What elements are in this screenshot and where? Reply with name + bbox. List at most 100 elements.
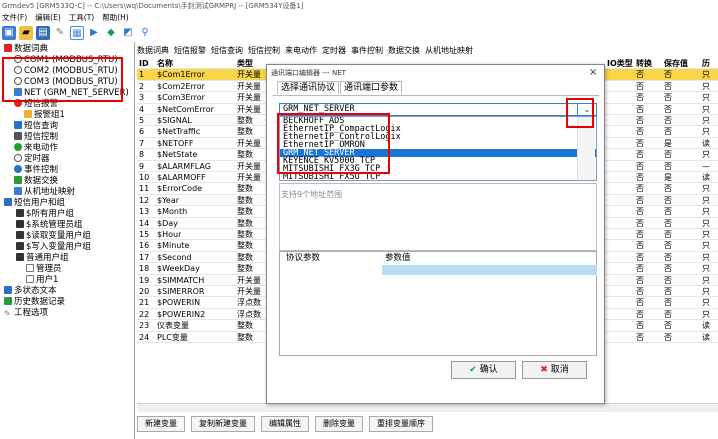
tab-timer[interactable]: 定时器 <box>322 46 346 55</box>
tree-item[interactable]: 来电动作 <box>14 143 58 153</box>
param-header: 协议参数 <box>286 252 321 265</box>
menu-tools[interactable]: 工具(T) <box>67 13 94 22</box>
cell-name: $ALARMFLAG <box>157 161 211 171</box>
tree-root[interactable]: 数据词典 <box>4 44 48 54</box>
tab-sms-alarm[interactable]: 短信报警 <box>174 46 206 55</box>
delete-variable-button[interactable]: 删除变量 <box>315 416 363 432</box>
cell-save: 否 <box>664 93 672 103</box>
download-arrow-icon[interactable]: ▶ <box>87 26 101 40</box>
open-folder-icon[interactable]: ▰ <box>19 25 33 40</box>
highlight-box <box>566 98 594 128</box>
tree-item[interactable]: 用户1 <box>26 275 58 285</box>
tree-item[interactable]: ✎ 工程选项 <box>4 308 48 318</box>
cell-convert: 否 <box>636 241 644 251</box>
tab-protocol[interactable]: 选择通讯协议 <box>277 81 340 94</box>
dialog-tabs: 选择通讯协议 通讯端口参数 <box>277 81 403 94</box>
cell-id: 13 <box>139 207 150 217</box>
history-icon <box>4 297 12 305</box>
tree-item[interactable]: 事件控制 <box>14 165 58 175</box>
cell-id: 18 <box>139 264 150 274</box>
col-save[interactable]: 保存值 <box>664 58 688 69</box>
confirm-button[interactable]: ✔ 确认 <box>451 361 516 379</box>
edit-properties-button[interactable]: 编辑属性 <box>261 416 309 432</box>
upload-arrow-icon[interactable]: ◆ <box>104 26 118 40</box>
cell-save: 否 <box>664 264 672 274</box>
tab-call-action[interactable]: 来电动作 <box>285 46 317 55</box>
tree-item[interactable]: 多状态文本 <box>4 286 57 296</box>
bottom-toolbar: 新建变量 复制新建变量 编辑属性 删除变量 重排变量顺序 <box>137 416 718 434</box>
col-id[interactable]: ID <box>139 58 149 69</box>
tree-item[interactable]: 普通用户组 <box>16 253 69 263</box>
tree-item[interactable]: 从机地址映射 <box>14 187 75 197</box>
cell-save: 否 <box>664 116 672 125</box>
monitor-icon[interactable]: ▦ <box>70 25 84 40</box>
tab-port-params[interactable]: 通讯端口参数 <box>340 81 403 94</box>
cell-save: 是 <box>664 173 672 182</box>
tree-item[interactable]: $系统管理员组 <box>16 220 82 230</box>
chart-icon[interactable]: ◩ <box>121 26 135 40</box>
cell-id: 5 <box>139 116 145 125</box>
col-type[interactable]: 类型 <box>237 58 253 69</box>
tree-item[interactable]: 报警组1 <box>24 110 65 120</box>
cell-more: 只 <box>702 81 710 91</box>
cell-more: 只 <box>702 104 710 114</box>
tree-item[interactable]: $所有用户组 <box>16 209 74 219</box>
cell-save: 是 <box>664 138 672 148</box>
cell-type: 开关量 <box>237 81 261 91</box>
tab-data-exchange[interactable]: 数据交换 <box>388 46 420 55</box>
tab-data-dictionary[interactable]: 数据词典 <box>137 46 169 55</box>
protocol-option[interactable]: MITSUBISHI_FX5U_TCP <box>280 173 596 180</box>
user-group-icon <box>16 253 24 261</box>
close-icon[interactable]: × <box>589 67 597 78</box>
cell-convert: 否 <box>636 116 644 125</box>
col-more[interactable]: 历 <box>702 58 710 69</box>
menu-edit[interactable]: 编辑(E) <box>33 13 61 22</box>
tree-item[interactable]: $写入变量用户组 <box>16 242 91 252</box>
cell-save: 否 <box>664 184 672 194</box>
new-variable-button[interactable]: 新建变量 <box>137 416 185 432</box>
tree-item[interactable]: 定时器 <box>14 154 50 164</box>
exchange-icon <box>14 176 22 184</box>
new-file-icon[interactable]: ▣ <box>2 25 16 40</box>
cell-more: 只 <box>702 287 710 296</box>
tab-slave-mapping[interactable]: 从机地址映射 <box>425 46 473 55</box>
cell-id: 24 <box>139 332 150 342</box>
cell-name: $Com1Error <box>157 70 205 80</box>
cell-name: $Com2Error <box>157 81 205 91</box>
save-icon[interactable]: ▤ <box>36 25 50 40</box>
menu-file[interactable]: 文件(F) <box>0 13 27 22</box>
cell-convert: 否 <box>636 264 644 274</box>
menu-help[interactable]: 帮助(H) <box>100 13 129 22</box>
tree-item[interactable]: 短信用户和组 <box>4 198 65 208</box>
cell-save: 否 <box>664 218 672 228</box>
cell-type: 整数 <box>237 127 253 137</box>
tree-item[interactable]: 管理员 <box>26 264 62 274</box>
cell-type: 整数 <box>237 252 253 262</box>
tree-item[interactable]: 短信控制 <box>14 132 58 142</box>
col-name[interactable]: 名称 <box>157 58 173 69</box>
cell-more: — <box>702 161 710 171</box>
cell-id: 15 <box>139 230 150 239</box>
tree-item[interactable]: 历史数据记录 <box>4 297 65 307</box>
user-group-icon <box>16 209 24 217</box>
tree-item[interactable]: 短信查询 <box>14 121 58 131</box>
cell-type: 整数 <box>237 332 253 342</box>
tree-item[interactable]: $读取变量用户组 <box>16 231 91 241</box>
horizontal-scrollbar[interactable] <box>137 403 718 412</box>
cell-save: 否 <box>664 161 672 171</box>
search-icon[interactable]: ⚲ <box>138 26 152 40</box>
cancel-button[interactable]: ✖ 取消 <box>522 361 587 379</box>
cell-convert: 否 <box>636 252 644 262</box>
cell-save: 否 <box>664 81 672 91</box>
wrench-icon[interactable]: ✎ <box>53 26 67 40</box>
col-convert[interactable]: 转换 <box>636 58 652 69</box>
col-iotype[interactable]: IO类型 <box>607 58 633 69</box>
param-value-cell[interactable] <box>382 265 597 275</box>
tab-sms-query[interactable]: 短信查询 <box>211 46 243 55</box>
tab-event-control[interactable]: 事件控制 <box>351 46 383 55</box>
reorder-variables-button[interactable]: 重排变量顺序 <box>369 416 433 432</box>
tab-sms-control[interactable]: 短信控制 <box>248 46 280 55</box>
cell-convert: 否 <box>636 127 644 137</box>
copy-new-variable-button[interactable]: 复制新建变量 <box>191 416 255 432</box>
tree-item[interactable]: 数据交换 <box>14 176 58 186</box>
